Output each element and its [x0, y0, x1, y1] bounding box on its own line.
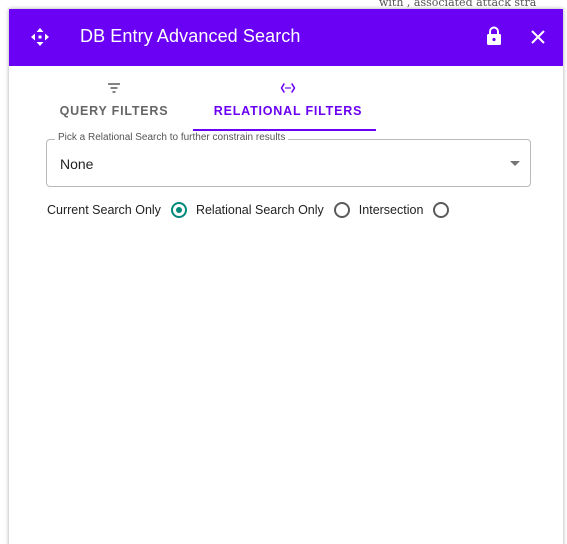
- dialog-titlebar[interactable]: DB Entry Advanced Search: [9, 9, 563, 66]
- screen: with , associated attack stra DB Entry A…: [0, 0, 567, 544]
- radio-current-search-only-label[interactable]: Current Search Only: [47, 203, 161, 217]
- chevron-down-icon[interactable]: [510, 161, 520, 166]
- relational-search-select-value: None: [60, 156, 94, 172]
- relational-search-select[interactable]: Pick a Relational Search to further cons…: [46, 132, 531, 187]
- tab-relational-filters[interactable]: RELATIONAL FILTERS: [199, 81, 377, 131]
- dialog-title: DB Entry Advanced Search: [80, 26, 301, 46]
- relational-search-select-label: Pick a Relational Search to further cons…: [55, 132, 289, 143]
- radio-intersection-label[interactable]: Intersection: [359, 203, 424, 217]
- filter-tabs: QUERY FILTERS RELATIONAL FILTERS: [47, 81, 377, 135]
- tab-relational-filters-label: RELATIONAL FILTERS: [213, 104, 363, 118]
- background-partial-text: with , associated attack stra: [379, 0, 537, 9]
- tab-query-filters[interactable]: QUERY FILTERS: [58, 81, 170, 131]
- code-icon: [280, 83, 296, 93]
- advanced-search-dialog: DB Entry Advanced Search QUERY FILTERS R…: [9, 9, 563, 544]
- move-icon[interactable]: [30, 27, 50, 47]
- radio-intersection[interactable]: [433, 202, 450, 218]
- active-tab-indicator: [193, 129, 376, 131]
- radio-selected-dot: [175, 207, 182, 213]
- radio-relational-search-only-label[interactable]: Relational Search Only: [196, 203, 324, 217]
- search-mode-radio-group: Current Search Only Relational Search On…: [47, 199, 458, 221]
- filter-icon: [108, 83, 120, 93]
- tab-query-filters-label: QUERY FILTERS: [59, 104, 169, 118]
- radio-current-search-only[interactable]: [170, 202, 187, 218]
- close-icon[interactable]: [531, 30, 545, 44]
- lock-icon[interactable]: [485, 26, 503, 46]
- radio-relational-search-only[interactable]: [333, 202, 350, 218]
